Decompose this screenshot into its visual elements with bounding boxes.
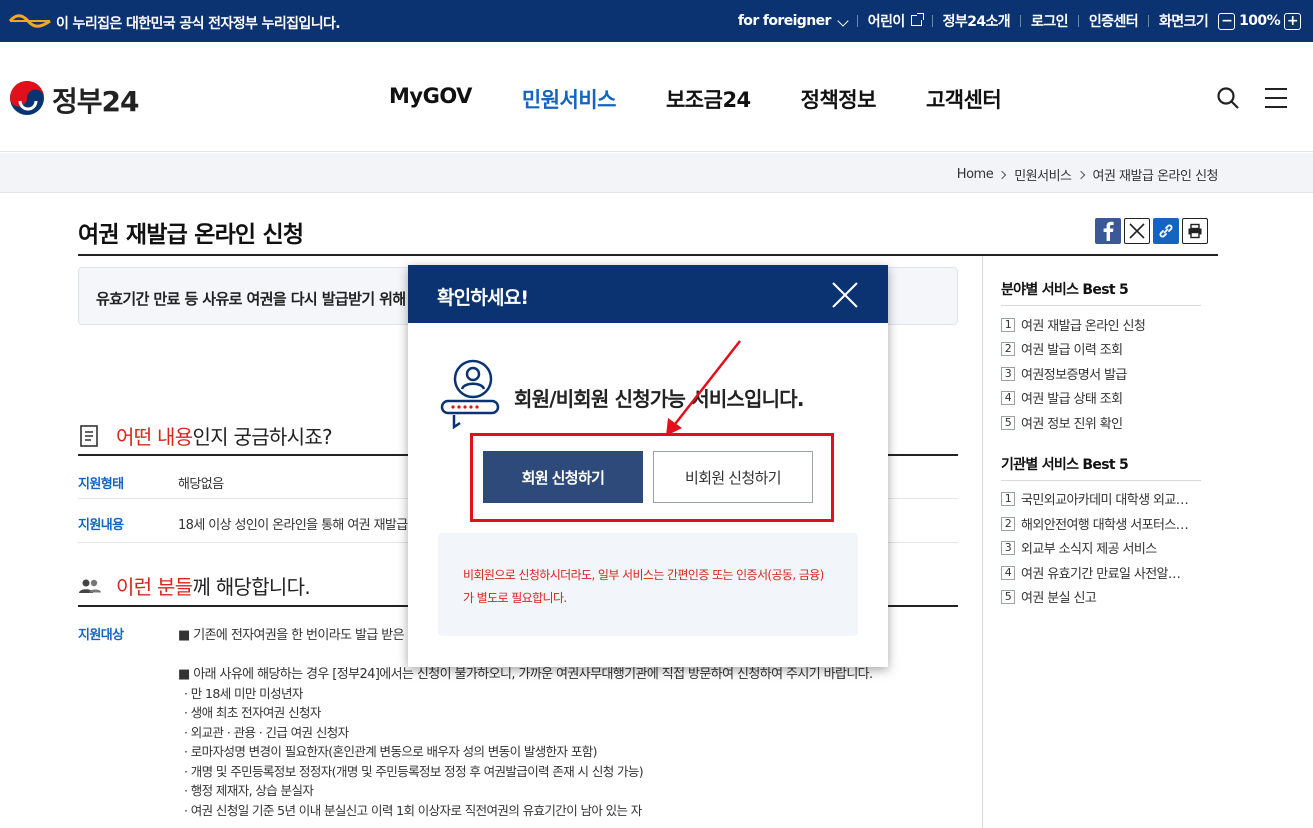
heading-rest: 께 해당합니다.	[192, 575, 310, 599]
confirm-dialog: 확인하세요! 회원/비회원 신청가능 서비스입니다. 회원 신청하기 비회원 신…	[408, 265, 888, 667]
target-bullet: · 생애 최초 전자여권 신청자	[184, 705, 321, 720]
sidebar-rule	[1001, 305, 1201, 306]
zoom-value: 100%	[1239, 13, 1280, 29]
page-title: 여권 재발급 온라인 신청	[78, 222, 304, 248]
chevron-right-icon	[997, 170, 1007, 179]
site-logo[interactable]: 정부24	[52, 80, 139, 120]
foreigner-link[interactable]: for foreigner	[738, 13, 849, 29]
chevron-down-icon	[837, 15, 849, 27]
sidebar-rule	[1001, 480, 1201, 481]
notice-line-2: 가 별도로 필요합니다.	[463, 591, 567, 605]
best-field-item[interactable]: 1 여권 재발급 온라인 신청	[1001, 315, 1201, 334]
dialog-message: 회원/비회원 신청가능 서비스입니다.	[514, 387, 804, 411]
breadcrumb-civil-service[interactable]: 민원서비스	[1014, 165, 1072, 184]
target-bullet: · 외교관 · 관용 · 긴급 여권 신청자	[184, 725, 349, 740]
section-what-heading: 어떤 내용 인지 궁금하시죠?	[78, 421, 333, 450]
best-org-item[interactable]: 1 국민외교아카데미 대학생 외교…	[1001, 489, 1201, 508]
document-icon	[80, 424, 98, 447]
login-link[interactable]: 로그인	[1031, 11, 1068, 31]
zoom-out-button[interactable]: −	[1218, 12, 1236, 30]
heading-rest: 인지 궁금하시죠?	[192, 425, 332, 449]
external-link-icon	[910, 13, 924, 26]
best-field-title: 분야별 서비스 Best 5	[1001, 282, 1129, 298]
kids-link[interactable]: 어린이	[868, 11, 924, 31]
nav-subsidy[interactable]: 보조금24	[666, 84, 751, 114]
gov-mark-icon	[8, 14, 51, 28]
nav-customer-center[interactable]: 고객센터	[926, 84, 1002, 114]
heading-highlight: 어떤 내용	[116, 425, 193, 449]
best-org-item[interactable]: 2 해외안전여행 대학생 서포터스…	[1001, 514, 1201, 533]
chevron-right-icon	[1076, 170, 1085, 179]
best-org-item[interactable]: 3 외교부 소식지 제공 서비스	[1001, 538, 1201, 557]
hamburger-menu-icon[interactable]	[1265, 88, 1287, 108]
printer-icon	[1188, 223, 1202, 239]
best-org-title: 기관별 서비스 Best 5	[1001, 457, 1129, 473]
breadcrumb: Home 민원서비스 여권 재발급 온라인 신청	[957, 165, 1219, 184]
gov-notice-text: 이 누리집은 대한민국 공식 전자정부 누리집입니다.	[56, 16, 341, 32]
gov-banner: 이 누리집은 대한민국 공식 전자정부 누리집입니다. for foreigne…	[0, 0, 1313, 42]
target-bullet: · 행정 제재자, 상습 분실자	[184, 783, 314, 798]
notice-line-1: 비회원으로 신청하시더라도, 일부 서비스는 간편인증 또는 인증서(공동, 금…	[463, 568, 824, 582]
people-icon	[79, 579, 101, 593]
target-label: 지원대상	[78, 628, 124, 643]
target-bullet: · 개명 및 주민등록정보 정정자(개명 및 주민등록정보 정정 후 여권발급이…	[184, 764, 644, 779]
main-nav: MyGOV 민원서비스 보조금24 정책정보 고객센터	[389, 84, 1051, 114]
screen-size-label: 화면크기	[1159, 14, 1209, 30]
zoom-in-button[interactable]: +	[1284, 12, 1301, 30]
target-bullet: · 로마자성명 변경이 필요한자(혼인관계 변동으로 배우자 성의 변동이 발생…	[184, 744, 597, 759]
divider	[1020, 15, 1022, 27]
nav-policy[interactable]: 정책정보	[801, 84, 877, 114]
summary-text: 유효기간 만료 등 사유로 여권을 다시 발급받기 위해 신	[96, 290, 424, 308]
dialog-title: 확인하세요!	[437, 287, 529, 309]
best-org-item[interactable]: 4 여권 유효기간 만료일 사전알…	[1001, 563, 1201, 582]
divider	[856, 15, 858, 27]
best-field-item[interactable]: 3 여권정보증명서 발급	[1001, 364, 1201, 383]
user-login-illustration-icon	[440, 359, 500, 430]
dialog-notice: 비회원으로 신청하시더라도, 일부 서비스는 간편인증 또는 인증서(공동, 금…	[438, 533, 858, 636]
cert-center-link[interactable]: 인증센터	[1089, 11, 1139, 31]
divider	[931, 15, 933, 27]
best-field-item[interactable]: 5 여권 정보 진위 확인	[1001, 413, 1201, 432]
utility-menu: for foreigner 어린이 정부24소개 로그인 인증센터 화면크기 −…	[738, 11, 1305, 31]
support-type-label: 지원형태	[78, 477, 124, 492]
guest-apply-button[interactable]: 비회원 신청하기	[653, 451, 813, 503]
nav-civil-service[interactable]: 민원서비스	[522, 84, 617, 114]
heading-highlight: 이런 분들	[116, 575, 193, 599]
search-icon[interactable]	[1216, 86, 1240, 110]
x-share-button[interactable]	[1124, 218, 1150, 244]
about-link[interactable]: 정부24소개	[943, 11, 1011, 31]
facebook-icon	[1103, 221, 1114, 241]
site-header: 정부24 MyGOV 민원서비스 보조금24 정책정보 고객센터	[0, 42, 1313, 152]
sidebar-divider	[982, 256, 983, 828]
breadcrumb-home[interactable]: Home	[957, 167, 994, 182]
support-type-value: 해당없음	[178, 477, 224, 492]
share-buttons	[1095, 218, 1211, 244]
best-field-item[interactable]: 4 여권 발급 상태 조회	[1001, 388, 1201, 407]
print-button[interactable]	[1182, 218, 1208, 244]
facebook-share-button[interactable]	[1095, 218, 1121, 244]
dialog-header: 확인하세요!	[408, 265, 888, 323]
target-line-1: ■ 기존에 전자여권을 한 번이라도 발급 받은 이력	[178, 628, 431, 643]
best-field-item[interactable]: 2 여권 발급 이력 조회	[1001, 339, 1201, 358]
nav-mygov[interactable]: MyGOV	[389, 84, 472, 114]
divider	[1148, 15, 1150, 27]
target-bullet: · 여권 신청일 기준 5년 이내 분실신고 이력 1회 이상자로 직전여권의 …	[184, 803, 642, 818]
best-org-item[interactable]: 5 여권 분실 신고	[1001, 587, 1201, 606]
copy-link-button[interactable]	[1153, 218, 1179, 244]
member-apply-button[interactable]: 회원 신청하기	[483, 451, 643, 503]
target-bullet: · 만 18세 미만 미성년자	[184, 686, 303, 701]
title-divider	[78, 254, 1218, 256]
breadcrumb-current: 여권 재발급 온라인 신청	[1092, 169, 1219, 184]
section-who-heading: 이런 분들 께 해당합니다.	[78, 571, 311, 600]
divider	[1077, 15, 1079, 27]
taegeuk-logo-icon[interactable]	[8, 79, 46, 117]
support-content-value: 18세 이상 성인이 온라인을 통해 여권 재발급 신청	[178, 518, 435, 533]
x-logo-icon	[1129, 223, 1145, 239]
close-icon[interactable]	[830, 280, 860, 310]
link-icon	[1159, 224, 1173, 238]
breadcrumb-bar: Home 민원서비스 여권 재발급 온라인 신청	[0, 153, 1313, 193]
support-content-label: 지원내용	[78, 518, 124, 533]
